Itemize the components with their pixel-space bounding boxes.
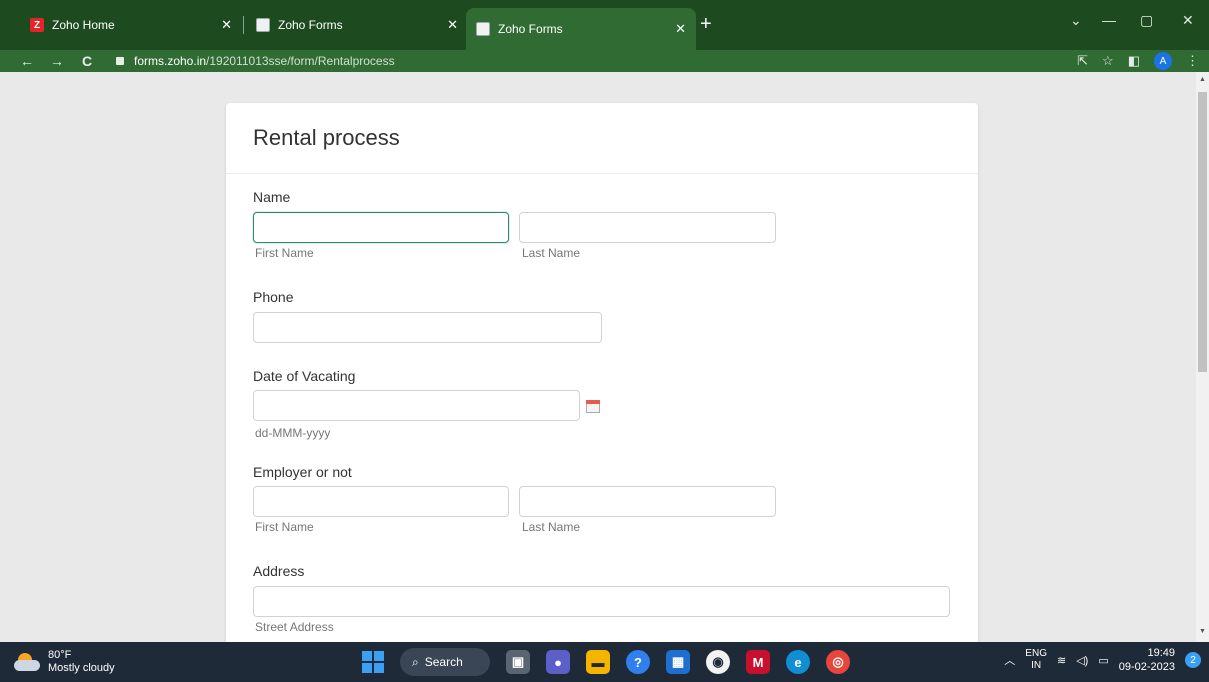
search-icon: ⌕	[412, 654, 419, 669]
employer-label: Employer or not	[253, 464, 352, 480]
phone-label: Phone	[253, 289, 294, 305]
form-title: Rental process	[253, 125, 400, 150]
date-input[interactable]	[253, 390, 580, 421]
profile-avatar[interactable]: A	[1154, 52, 1172, 70]
tab-zoho-home[interactable]: Z Zoho Home ✕	[20, 8, 242, 42]
page-scrollbar[interactable]: ▲ ▼	[1196, 72, 1209, 642]
weather-condition: Mostly cloudy	[48, 662, 115, 674]
notification-badge[interactable]: 2	[1185, 652, 1201, 668]
minimize-button[interactable]: —	[1102, 12, 1116, 28]
tab-title: Zoho Home	[52, 18, 115, 32]
employer-last-name-input[interactable]	[519, 486, 776, 517]
new-tab-button[interactable]: +	[700, 14, 712, 34]
url-host: forms.zoho.in	[134, 54, 207, 68]
zoho-favicon-icon: Z	[30, 18, 44, 32]
weather-widget[interactable]: 80°F Mostly cloudy	[14, 649, 115, 675]
phone-input[interactable]	[253, 312, 602, 343]
scroll-up-arrow[interactable]: ▲	[1199, 76, 1206, 83]
side-panel-icon[interactable]: ◧	[1128, 53, 1140, 69]
volume-icon[interactable]: ◁)	[1076, 654, 1088, 667]
date-format-hint: dd-MMM-yyyy	[255, 426, 331, 440]
lock-icon	[116, 57, 124, 65]
url-path: /192011013sse/form/Rentalprocess	[206, 54, 395, 68]
edge-browser-icon[interactable]: e	[786, 650, 810, 674]
scroll-thumb[interactable]	[1198, 92, 1207, 372]
street-address-input[interactable]	[253, 586, 950, 617]
partly-cloudy-icon	[14, 653, 40, 671]
close-tab-icon[interactable]: ✕	[447, 17, 458, 33]
forms-favicon-icon	[256, 18, 270, 32]
url-field[interactable]: forms.zoho.in /192011013sse/form/Rentalp…	[116, 50, 395, 72]
share-icon[interactable]: ⇱	[1077, 53, 1088, 69]
date-label: Date of Vacating	[253, 368, 356, 384]
employer-last-name-hint: Last Name	[522, 520, 581, 534]
browser-tab-bar: Z Zoho Home ✕ Zoho Forms ✕ Zoho Forms ✕ …	[0, 0, 1209, 50]
employer-first-name-input[interactable]	[253, 486, 509, 517]
scroll-down-arrow[interactable]: ▼	[1199, 628, 1206, 635]
chrome-browser-icon[interactable]: ◎	[826, 650, 850, 674]
last-name-hint: Last Name	[522, 246, 581, 260]
first-name-hint: First Name	[255, 246, 314, 260]
tab-title: Zoho Forms	[278, 18, 343, 32]
mcafee-icon[interactable]: M	[746, 650, 770, 674]
forward-button[interactable]: →	[50, 52, 64, 70]
toolbar-icons: ⇱ ☆ ◧ A ⋮	[1077, 52, 1199, 70]
help-app-icon[interactable]: ?	[626, 650, 650, 674]
calendar-icon[interactable]	[586, 400, 600, 413]
time: 19:49	[1147, 647, 1175, 659]
close-window-button[interactable]: ✕	[1182, 12, 1194, 29]
close-tab-icon[interactable]: ✕	[675, 21, 686, 37]
tab-search-icon[interactable]: ⌄	[1070, 12, 1082, 29]
search-label: Search	[424, 655, 463, 669]
taskbar-apps: ⌕ Search ▣ ● ▬ ? ▦ ◉ M e ◎	[362, 648, 850, 676]
street-address-hint: Street Address	[255, 620, 334, 634]
date: 09-02-2023	[1118, 661, 1175, 673]
battery-icon[interactable]: ▭	[1098, 654, 1108, 667]
tab-zoho-forms[interactable]: Zoho Forms ✕	[246, 8, 468, 42]
first-name-input[interactable]	[253, 212, 509, 243]
back-button[interactable]: ←	[20, 52, 34, 70]
form-card: Rental process Name First Name Last Name…	[226, 103, 978, 642]
tab-title: Zoho Forms	[498, 22, 563, 36]
title-divider	[226, 173, 978, 174]
task-view-icon[interactable]: ▣	[506, 650, 530, 674]
restore-button[interactable]: ▢	[1140, 12, 1153, 29]
last-name-input[interactable]	[519, 212, 776, 243]
system-tray: ︿ ENG IN ≋ ◁) ▭ 19:49 09-02-2023 2	[1004, 646, 1201, 674]
wifi-icon[interactable]: ≋	[1057, 654, 1066, 667]
show-hidden-icons-icon[interactable]: ︿	[1004, 652, 1015, 668]
tab-zoho-forms-active[interactable]: Zoho Forms ✕	[466, 8, 696, 50]
teams-chat-icon[interactable]: ●	[546, 650, 570, 674]
file-explorer-icon[interactable]: ▬	[586, 650, 610, 674]
language-indicator[interactable]: ENG IN	[1025, 648, 1047, 672]
temperature: 80°F	[48, 649, 72, 661]
close-tab-icon[interactable]: ✕	[221, 17, 232, 33]
employer-first-name-hint: First Name	[255, 520, 314, 534]
bookmark-star-icon[interactable]: ☆	[1102, 53, 1114, 69]
name-label: Name	[253, 189, 291, 205]
github-icon[interactable]: ◉	[706, 650, 730, 674]
address-label: Address	[253, 563, 305, 579]
address-bar-row: ← → C forms.zoho.in /192011013sse/form/R…	[0, 50, 1209, 72]
language-code: ENG	[1025, 648, 1047, 659]
region-code: IN	[1031, 660, 1042, 671]
taskbar-search[interactable]: ⌕ Search	[400, 648, 490, 676]
menu-icon[interactable]: ⋮	[1186, 53, 1199, 69]
windows-taskbar: 80°F Mostly cloudy ⌕ Search ▣ ● ▬ ? ▦ ◉ …	[0, 642, 1209, 682]
page-viewport: Rental process Name First Name Last Name…	[0, 72, 1196, 642]
clock[interactable]: 19:49 09-02-2023	[1119, 646, 1175, 674]
windows-start-icon[interactable]	[362, 651, 384, 673]
tab-divider	[243, 16, 244, 34]
microsoft-store-icon[interactable]: ▦	[666, 650, 690, 674]
forms-favicon-icon	[476, 22, 490, 36]
reload-button[interactable]: C	[82, 52, 92, 70]
